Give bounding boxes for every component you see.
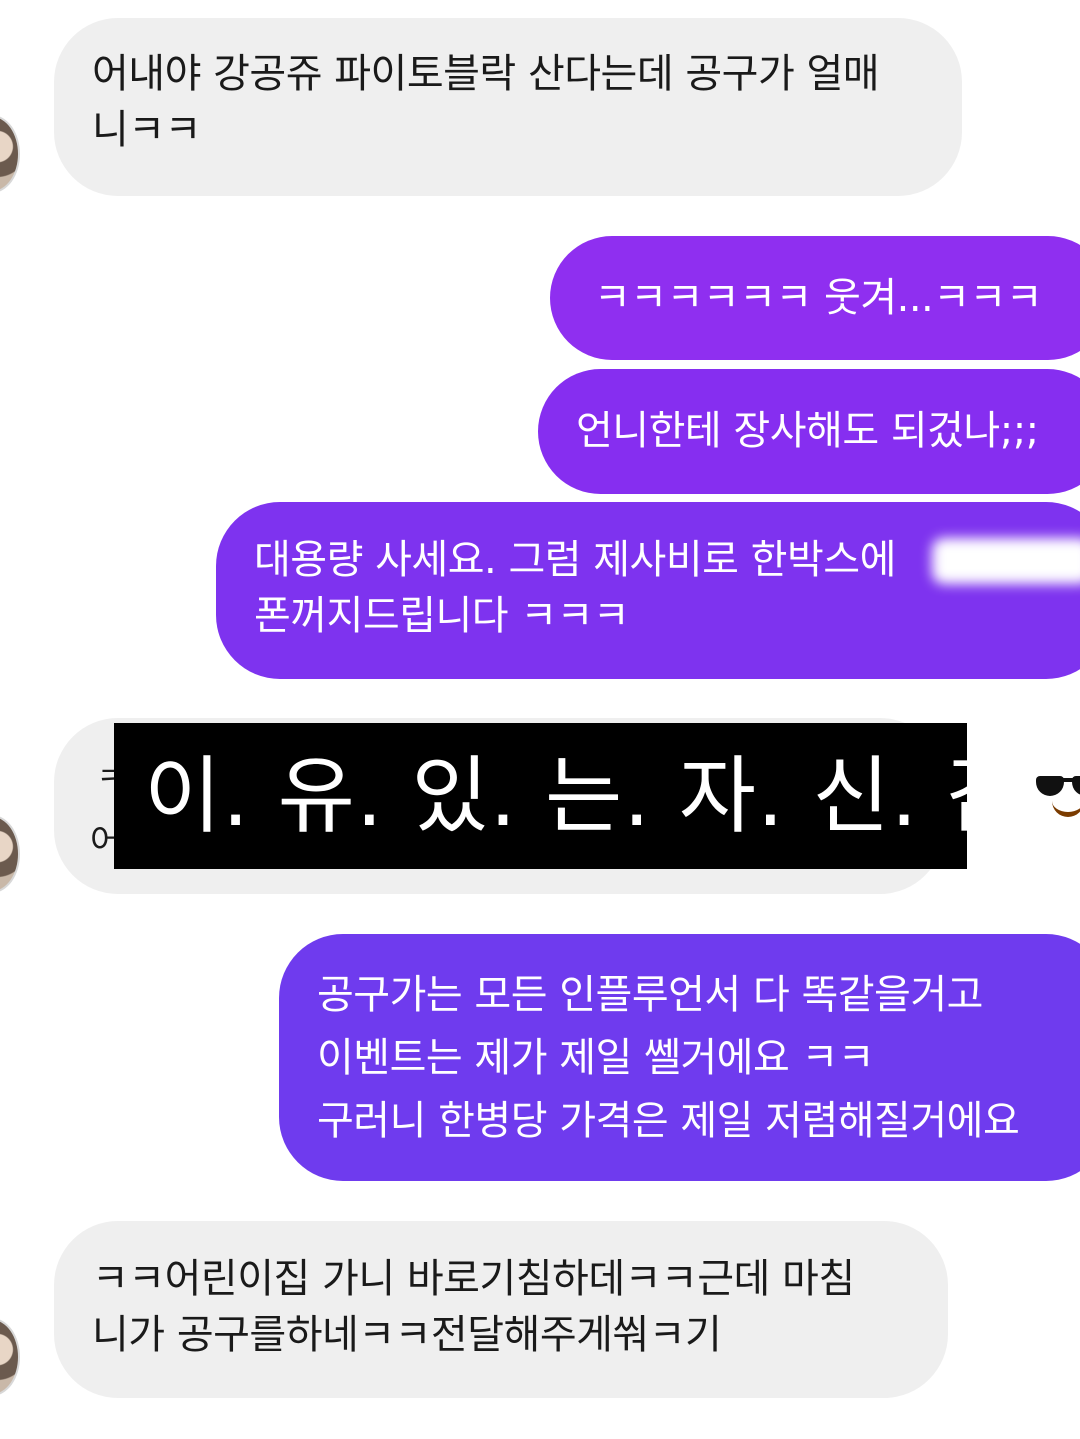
caption-text: 이. 유. 있. 는. 자. 신. 감 [144,747,1025,845]
contact-avatar[interactable] [0,115,20,193]
message-bubble-outgoing[interactable]: 언니한테 장사해도 되겄나;;; [538,369,1080,494]
caption-overlay: 이. 유. 있. 는. 자. 신. 감 [114,723,1080,869]
contact-avatar[interactable] [0,815,20,893]
message-bubble-outgoing[interactable]: ㅋㅋㅋㅋㅋㅋ 웃겨...ㅋㅋㅋ [550,236,1080,360]
redacted-text-blur [932,538,1080,584]
message-bubble-outgoing[interactable]: 대용량 사세요. 그럼 제사비로 한박스에 폰꺼지드립니다 ㅋㅋㅋ [216,502,1080,679]
message-bubble-incoming[interactable]: ㅋㅋ어린이집 가니 바로기침하데ㅋㅋ근데 마침 니가 공구를하네ㅋㅋ전달해주게쒀… [54,1221,948,1398]
contact-avatar[interactable] [0,1318,20,1396]
message-bubble-outgoing[interactable]: 공구가는 모든 인플루언서 다 똑같을거고 이벤트는 제가 제일 쎌거에요 ㅋㅋ… [279,934,1080,1181]
message-bubble-incoming[interactable]: 어내야 강공쥬 파이토블락 산다는데 공구가 얼매 니ㅋㅋ [54,18,962,196]
